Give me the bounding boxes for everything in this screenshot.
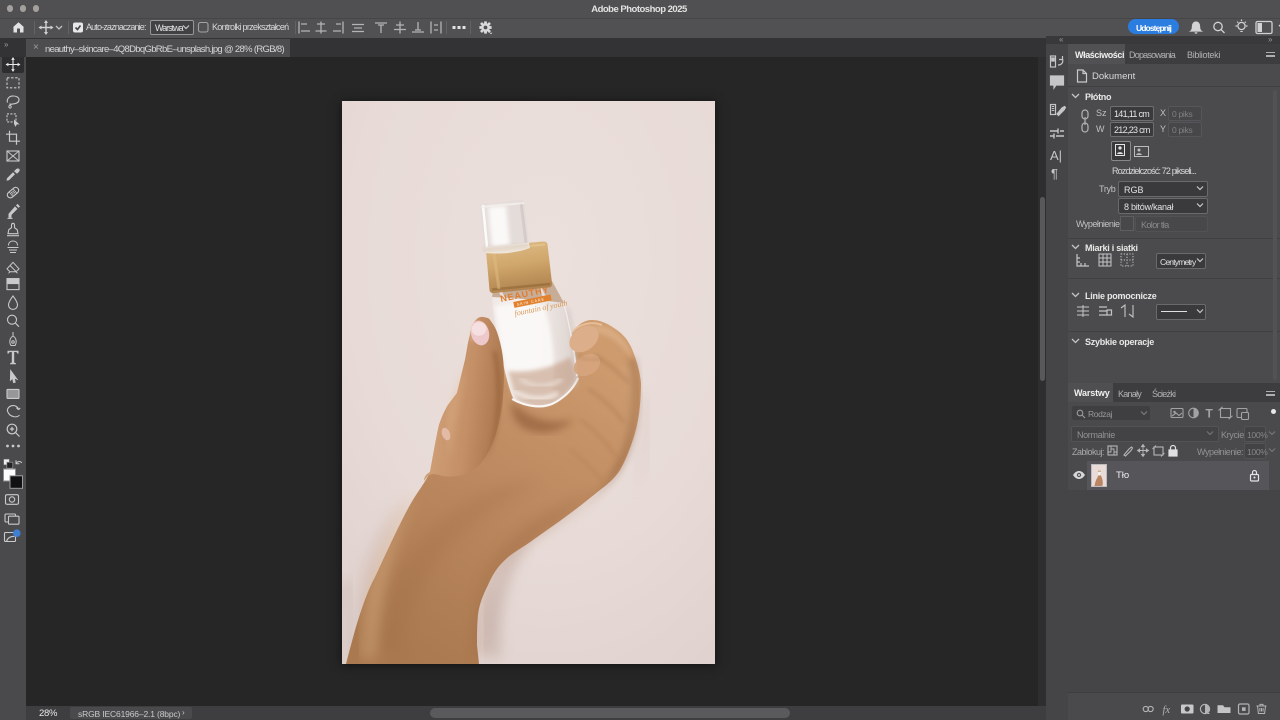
svg-text:fx: fx (1163, 705, 1171, 716)
svg-text:T: T (1206, 407, 1214, 421)
svg-text:¶: ¶ (1051, 166, 1058, 181)
svg-text:A|: A| (1050, 148, 1062, 163)
